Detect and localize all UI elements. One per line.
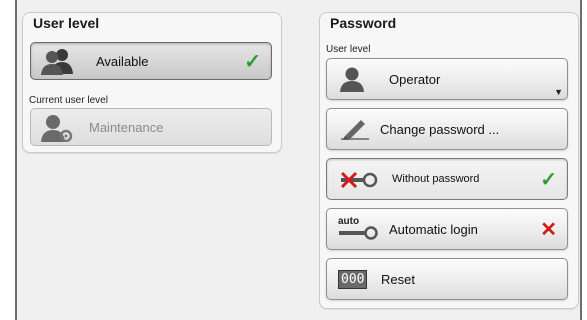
current-user-level-label: Current user level	[29, 95, 108, 106]
users-icon	[41, 49, 73, 75]
pencil-icon	[341, 120, 369, 140]
cross-icon: ✕	[540, 218, 557, 241]
password-title: Password	[330, 15, 397, 31]
current-user-level-button: Maintenance	[30, 108, 272, 146]
user-level-select-label: User level	[326, 44, 371, 55]
key-icon	[339, 226, 378, 240]
reset-button[interactable]: 000 Reset	[326, 258, 568, 300]
without-password-label: Without password	[392, 173, 480, 185]
automatic-login-button[interactable]: auto Automatic login ✕	[326, 208, 568, 250]
user-settings-icon	[41, 115, 73, 142]
available-button[interactable]: Available ✓	[30, 42, 272, 80]
user-icon	[340, 67, 364, 92]
auto-key-icon: auto	[338, 216, 380, 242]
reset-label: Reset	[381, 271, 415, 287]
automatic-login-label: Automatic login	[389, 221, 478, 237]
window-frame: User level Available ✓ Current user leve…	[15, 0, 582, 320]
user-level-value: Operator	[389, 71, 441, 87]
counter-icon: 000	[338, 270, 368, 289]
change-password-button[interactable]: Change password ...	[326, 108, 568, 150]
check-icon: ✓	[540, 168, 557, 191]
current-user-level-value: Maintenance	[89, 119, 164, 135]
user-level-dropdown[interactable]: Operator ▼	[326, 58, 568, 100]
without-password-button[interactable]: Without password ✓	[326, 158, 568, 200]
available-label: Available	[96, 53, 149, 69]
check-icon: ✓	[244, 50, 261, 73]
password-panel: Password User level Operator ▼ Change pa…	[319, 12, 579, 309]
dropdown-arrow-icon: ▼	[554, 87, 563, 97]
user-level-panel: User level Available ✓ Current user leve…	[22, 12, 282, 153]
no-key-icon	[340, 171, 378, 189]
user-level-title: User level	[33, 15, 100, 31]
change-password-label: Change password ...	[380, 121, 500, 137]
